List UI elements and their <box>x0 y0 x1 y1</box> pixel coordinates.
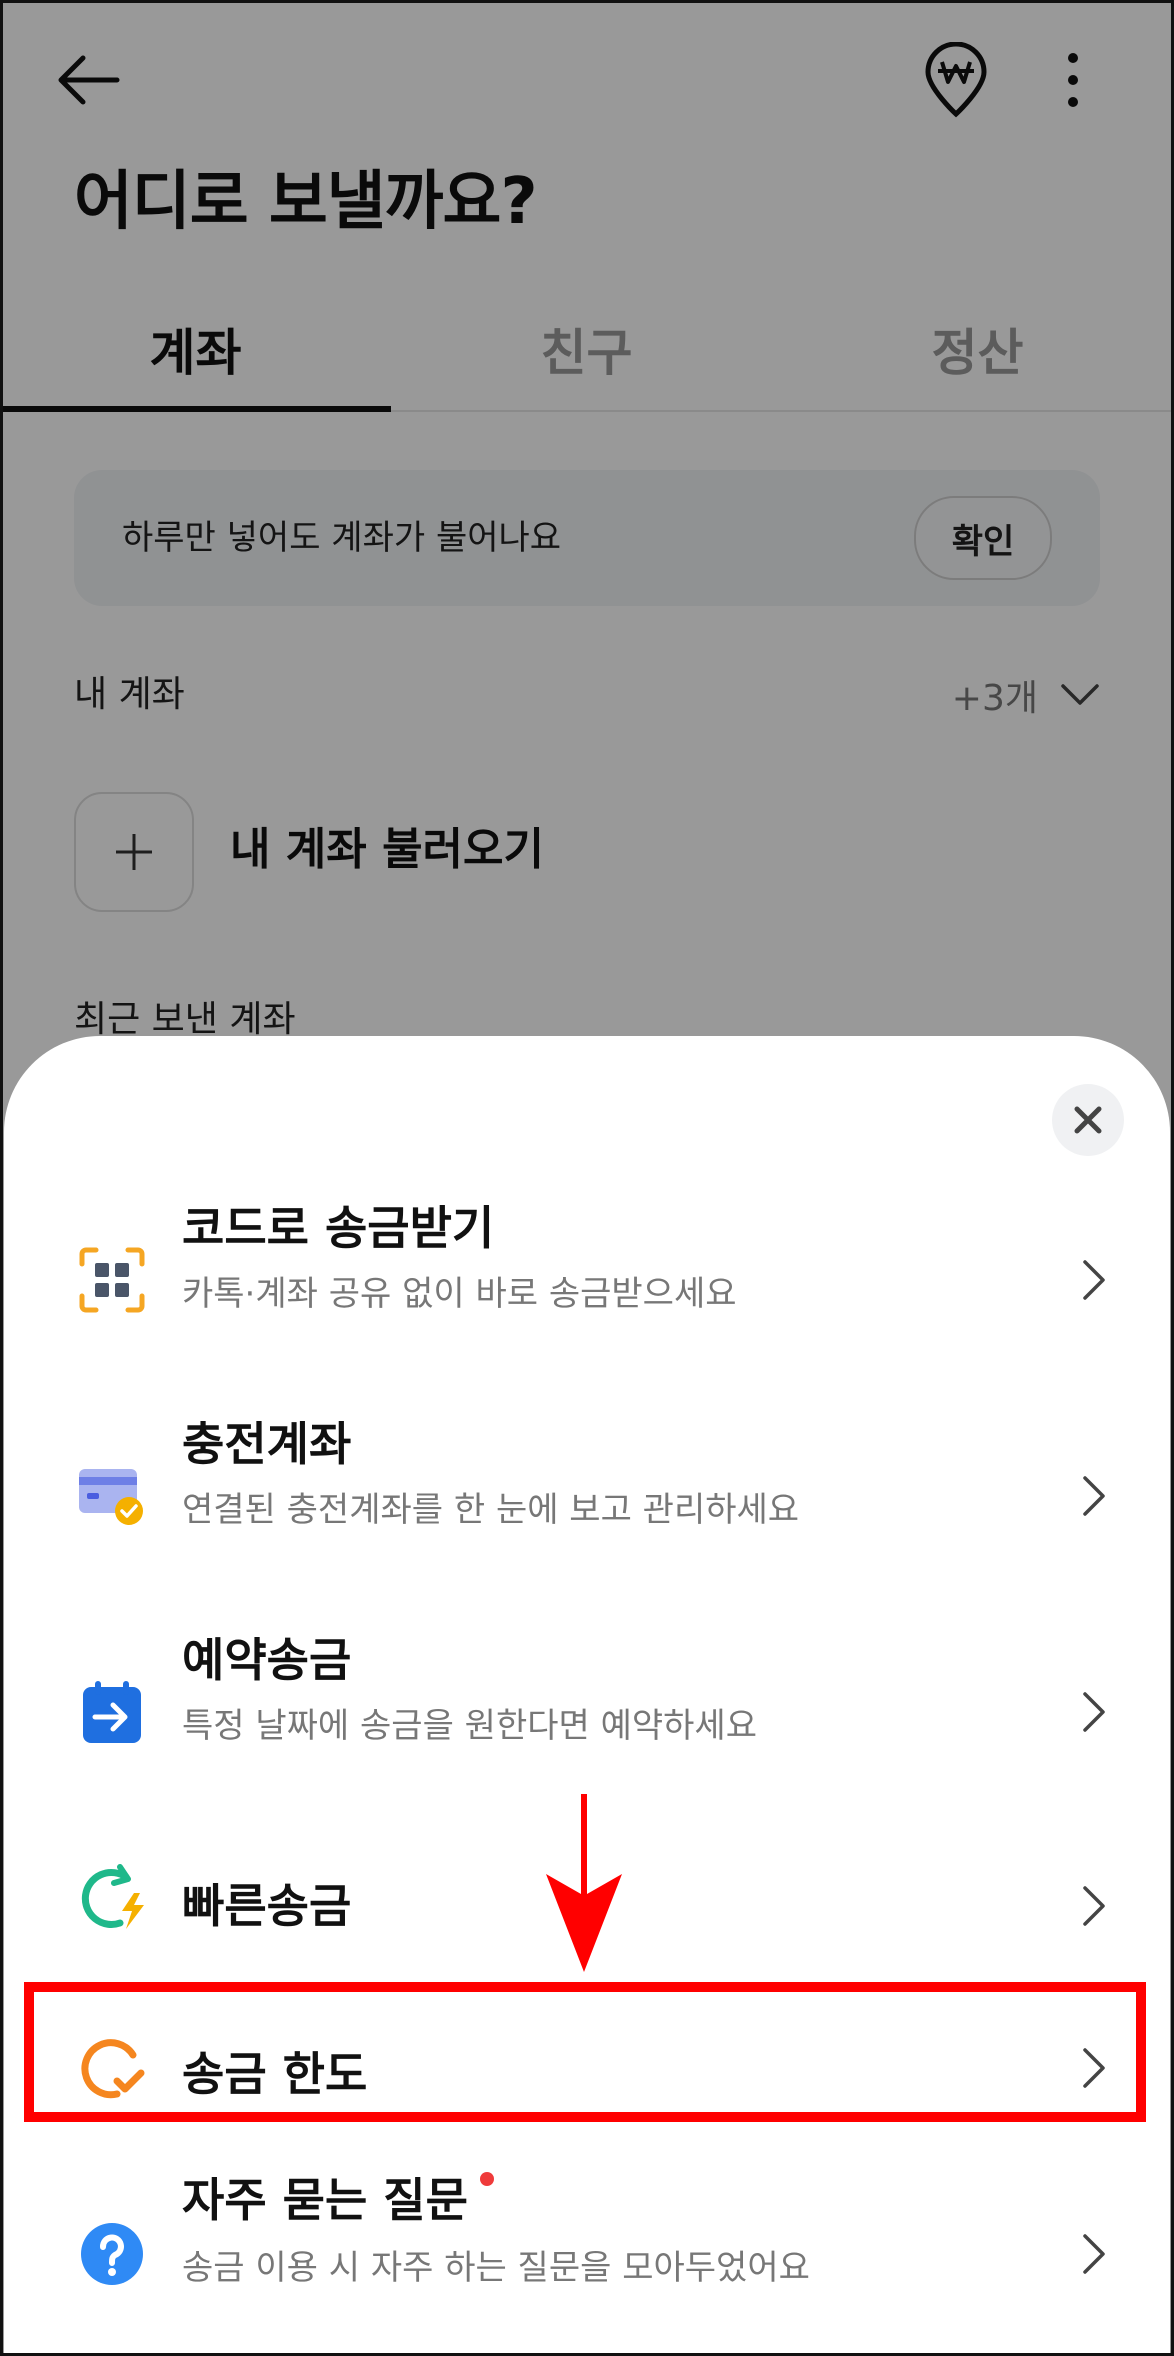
bottom-sheet: 코드로 송금받기 카톡·계좌 공유 없이 바로 송금받으세요 충전계좌 연결된 … <box>4 1036 1170 2356</box>
menu-item-title: 예약송금 <box>182 1633 352 1687</box>
calendar-arrow-icon <box>76 1676 148 1748</box>
chevron-right-icon <box>1074 1682 1114 1742</box>
menu-item-title: 충전계좌 <box>182 1417 352 1471</box>
close-icon <box>1074 1106 1102 1134</box>
chevron-right-icon <box>1074 2224 1114 2284</box>
menu-item-title: 코드로 송금받기 <box>182 1201 495 1255</box>
question-icon <box>76 2218 148 2290</box>
card-check-icon <box>76 1460 148 1532</box>
menu-item-title: 자주 묻는 질문 <box>182 2164 494 2230</box>
menu-item-subtitle: 연결된 충전계좌를 한 눈에 보고 관리하세요 <box>182 1490 800 1530</box>
menu-item-scheduled-transfer[interactable]: 예약송금 특정 날짜에 송금을 원한다면 예약하세요 <box>4 1618 1170 1798</box>
faq-title-text: 자주 묻는 질문 <box>182 2173 468 2227</box>
fast-transfer-icon <box>76 1862 148 1934</box>
chevron-right-icon <box>1074 1876 1114 1936</box>
menu-item-title: 빠른송금 <box>182 1879 352 1933</box>
chevron-right-icon <box>1074 1466 1114 1526</box>
close-button[interactable] <box>1052 1084 1124 1156</box>
menu-item-subtitle: 특정 날짜에 송금을 원한다면 예약하세요 <box>182 1706 757 1746</box>
menu-item-faq[interactable]: 자주 묻는 질문 송금 이용 시 자주 하는 질문을 모아두었어요 <box>4 2164 1170 2344</box>
new-badge-dot <box>479 2172 494 2186</box>
qr-code-icon <box>76 1244 148 1316</box>
menu-item-subtitle: 송금 이용 시 자주 하는 질문을 모아두었어요 <box>182 2248 810 2288</box>
menu-item-receive-by-code[interactable]: 코드로 송금받기 카톡·계좌 공유 없이 바로 송금받으세요 <box>4 1186 1170 1366</box>
menu-item-subtitle: 카톡·계좌 공유 없이 바로 송금받으세요 <box>182 1274 737 1314</box>
menu-item-charge-account[interactable]: 충전계좌 연결된 충전계좌를 한 눈에 보고 관리하세요 <box>4 1402 1170 1582</box>
chevron-right-icon <box>1074 1250 1114 1310</box>
annotation-highlight-box <box>24 1982 1146 2122</box>
annotation-arrow-icon <box>546 1794 622 1972</box>
